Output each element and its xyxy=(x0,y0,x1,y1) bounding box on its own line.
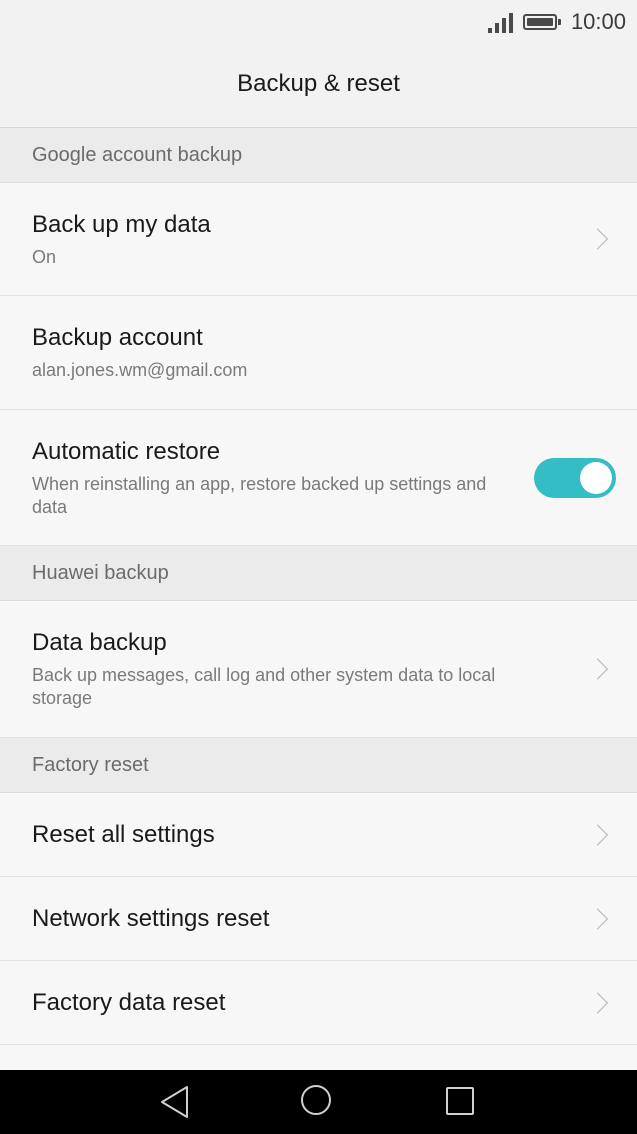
home-circle-icon[interactable] xyxy=(301,1085,331,1115)
network-settings-reset-title: Network settings reset xyxy=(32,904,270,932)
back-up-my-data-status: On xyxy=(32,246,57,267)
status-time: 10:00 xyxy=(570,9,626,34)
factory-data-reset-title: Factory data reset xyxy=(32,988,226,1016)
back-triangle-icon[interactable] xyxy=(158,1084,190,1120)
factory-data-reset-item[interactable]: Factory data reset xyxy=(0,961,637,1045)
toggle-knob xyxy=(580,461,612,494)
battery-full-icon xyxy=(522,14,561,30)
network-settings-reset-item[interactable]: Network settings reset xyxy=(0,877,637,961)
reset-all-settings-title: Reset all settings xyxy=(32,820,215,848)
data-backup-item[interactable]: Data backup Back up messages, call log a… xyxy=(0,601,637,738)
back-up-my-data-item[interactable]: Back up my data On xyxy=(0,183,637,296)
backup-account-item[interactable]: Backup account alan.jones.wm@gmail.com xyxy=(0,296,637,410)
recents-square-icon[interactable] xyxy=(446,1087,474,1115)
automatic-restore-toggle[interactable] xyxy=(534,457,616,498)
section-header-factory-reset: Factory reset xyxy=(0,738,637,793)
back-up-my-data-title: Back up my data xyxy=(32,210,211,238)
signal-bars-icon xyxy=(487,11,513,33)
page-title: Backup & reset xyxy=(237,69,400,97)
section-header-google-account-backup: Google account backup xyxy=(0,128,637,183)
data-backup-title: Data backup xyxy=(32,629,167,656)
settings-list: Google account backup Back up my data On… xyxy=(0,128,637,1045)
navigation-bar xyxy=(0,1070,637,1134)
data-backup-description: Back up messages, call log and other sys… xyxy=(32,665,496,708)
backup-account-title: Backup account xyxy=(32,324,203,351)
section-header-huawei-backup: Huawei backup xyxy=(0,546,637,601)
status-indicators: 10:00 xyxy=(487,8,626,36)
backup-account-email: alan.jones.wm@gmail.com xyxy=(32,360,248,380)
status-bar: 10:00 xyxy=(0,0,637,44)
title-bar: Backup & reset xyxy=(0,44,637,128)
automatic-restore-item[interactable]: Automatic restore When reinstalling an a… xyxy=(0,410,637,546)
reset-all-settings-item[interactable]: Reset all settings xyxy=(0,793,637,877)
